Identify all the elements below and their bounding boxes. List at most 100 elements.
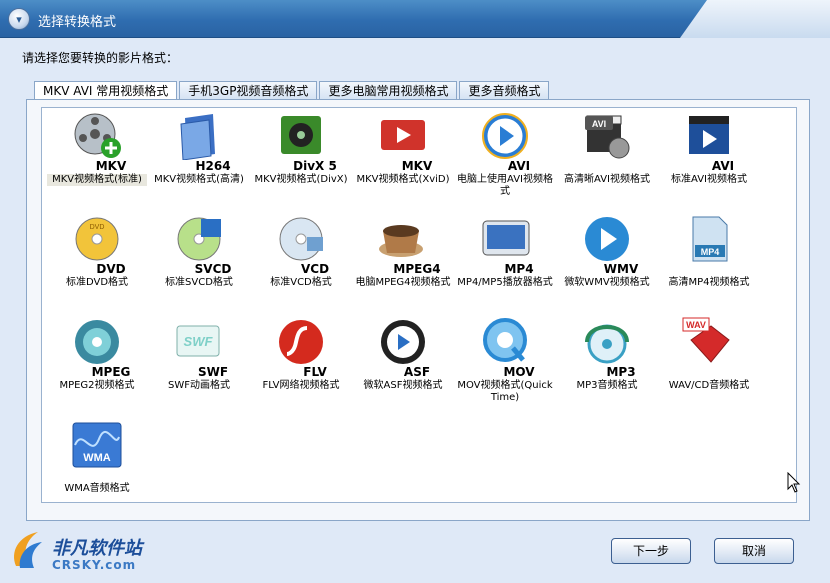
logo-english-text: CRSKY.com [52,558,137,572]
format-description: FLV网络视频格式 [262,380,340,391]
format-item[interactable]: MKV MKV视频格式(XviD) [353,110,453,186]
window-title: 选择转换格式 [38,15,117,30]
svg-text:AVI: AVI [592,119,606,129]
blue-film-book-icon [171,110,227,161]
format-description: MPEG2视频格式 [59,380,135,391]
format-label [673,263,773,276]
format-description: WMA音频格式 [64,483,130,494]
format-item[interactable]: WAV WAV/CD音频格式 [659,316,759,392]
coffee-cup-icon [375,213,431,263]
media-player-device-icon [477,213,533,263]
teal-disc-icon [69,316,125,366]
tab-common-video[interactable]: MKV AVI 常用视频格式 [34,81,178,101]
tab-mobile-3gp[interactable]: 手机3GP视频音频格式 [179,81,318,100]
format-item[interactable]: MPEG MPEG2视频格式 [47,316,147,392]
format-label: AVI [507,159,531,173]
format-item[interactable]: MKV MKV视频格式(标准) [47,110,147,186]
format-item[interactable]: MP4 高清MP4视频格式 [659,213,759,289]
clapper-play-icon [681,110,737,160]
format-item[interactable]: H264 MKV视频格式(高清) [149,110,249,186]
format-description: MOV视频格式(QuickTime) [457,380,553,403]
format-description: SWF动画格式 [168,380,230,391]
format-label: WMV [603,262,639,276]
format-item[interactable]: WMA WMA音频格式 [47,419,147,495]
format-label: MPEG4 [393,262,441,276]
format-description: 高清晰AVI视频格式 [564,174,650,185]
format-item[interactable]: VCD 标准VCD格式 [251,213,351,289]
format-label: FLV [303,365,327,379]
format-label: MKV [401,159,433,173]
cancel-button[interactable]: 取消 [714,538,794,564]
svg-text:MP4: MP4 [701,247,720,257]
format-item[interactable]: DivX 5 MKV视频格式(DivX) [251,110,351,186]
format-description: MKV视频格式(XviD) [356,174,450,185]
format-description: MKV视频格式(高清) [154,174,244,185]
format-description: MP4/MP5播放器格式 [457,277,553,288]
mouse-cursor-icon [787,472,801,493]
format-description: MP3音频格式 [576,380,638,391]
format-label: MPEG [91,365,131,379]
format-grid: MKV MKV视频格式(标准) H264 MKV视频格式(高清) DivX 5 MKV视频… [41,107,797,503]
blue-play-disc-icon [477,110,533,160]
flash-player-icon [273,316,329,366]
format-item[interactable]: DVD DVD 标准DVD格式 [47,213,147,289]
format-description: MKV视频格式(DivX) [254,174,348,185]
format-description: 标准AVI视频格式 [671,174,747,185]
format-label: SWF [197,365,229,379]
red-play-folder-icon [375,110,431,160]
format-item[interactable]: AVI 电脑上使用AVI视频格式 [455,110,555,198]
format-description: 标准VCD格式 [270,277,332,288]
tab-more-audio[interactable]: 更多音频格式 [459,81,550,100]
format-label: MP4 [504,262,534,276]
format-label: H264 [195,159,231,173]
clapper-reel-icon: AVI [579,110,635,160]
format-label: DivX 5 [293,159,337,173]
quicktime-icon [477,316,533,366]
svg-text:WAV: WAV [686,320,706,330]
green-disc-film-icon [171,213,227,263]
format-label: MP3 [606,365,636,379]
next-button[interactable]: 下一步 [611,538,691,564]
format-label: SVCD [194,262,232,276]
app-icon: ▾ [8,8,30,30]
format-item[interactable]: SVCD 标准SVCD格式 [149,213,249,289]
tab-more-video[interactable]: 更多电脑常用视频格式 [319,81,458,100]
wma-wave-icon: WMA [69,419,125,469]
format-label [61,469,161,482]
format-label [571,160,671,173]
blue-play-circle-icon [579,213,635,263]
format-item[interactable]: MP3 MP3音频格式 [557,316,657,392]
format-description: MKV视频格式(标准) [47,174,147,186]
format-item[interactable]: WMV 微软WMV视频格式 [557,213,657,289]
mp4-document-icon: MP4 [681,213,737,263]
format-label: AVI [711,159,735,173]
format-label [673,366,773,379]
crsky-logo: 非凡软件站 CRSKY.com [8,528,158,578]
format-item[interactable]: MP4 MP4/MP5播放器格式 [455,213,555,289]
format-label: ASF [403,365,431,379]
format-item[interactable]: FLV FLV网络视频格式 [251,316,351,392]
silver-disc-film-icon [273,213,329,263]
green-film-reel-icon [273,110,329,160]
film-reel-plus-icon [69,110,125,160]
mp3-headphone-disc-icon [579,316,635,366]
logo-swirl-icon [14,532,42,568]
format-description: 标准SVCD格式 [165,277,233,288]
format-label: MOV [503,365,535,379]
black-play-circle-icon [375,316,431,366]
format-item[interactable]: SWF SWF SWF动画格式 [149,316,249,392]
format-description: 高清MP4视频格式 [668,277,750,288]
format-item[interactable]: AVI 标准AVI视频格式 [659,110,759,186]
title-bar: ▾ 选择转换格式 [0,0,830,38]
format-description: 电脑上使用AVI视频格式 [457,174,553,197]
swf-flash-card-icon: SWF [171,316,227,366]
format-item[interactable]: AVI 高清晰AVI视频格式 [557,110,657,186]
format-description: 电脑MPEG4视频格式 [355,277,451,288]
format-label: MKV [95,159,127,173]
format-item[interactable]: ASF 微软ASF视频格式 [353,316,453,392]
format-item[interactable]: MOV MOV视频格式(QuickTime) [455,316,555,404]
gold-dvd-disc-icon: DVD [69,213,125,263]
format-label: VCD [300,262,330,276]
format-description: 标准DVD格式 [65,277,129,288]
format-item[interactable]: MPEG4 电脑MPEG4视频格式 [353,213,453,289]
